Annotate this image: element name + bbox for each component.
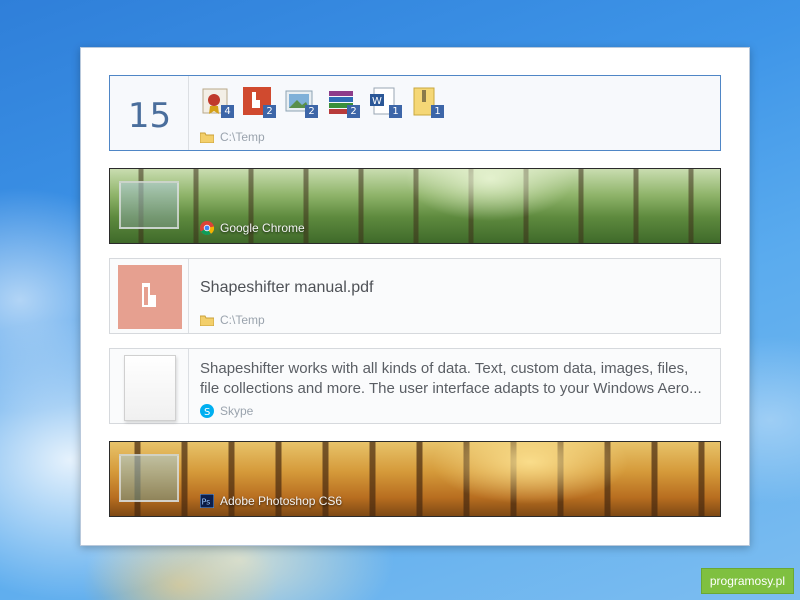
archive-file-icon: 2 bbox=[326, 86, 360, 118]
pdf-thumb-frame bbox=[110, 259, 189, 333]
word-file-icon: W 1 bbox=[368, 86, 402, 118]
image-file-icon: 2 bbox=[284, 86, 318, 118]
pdf-file-icon: 2 bbox=[242, 86, 276, 118]
svg-text:S: S bbox=[204, 407, 210, 418]
watermark-label: programosy.pl bbox=[700, 568, 794, 594]
pdf-file-card[interactable]: Shapeshifter manual.pdf C:\Temp bbox=[109, 258, 721, 334]
source-text: Google Chrome bbox=[220, 221, 305, 235]
source-text: C:\Temp bbox=[220, 130, 265, 144]
badge-pdf: 2 bbox=[263, 105, 276, 118]
zip-folder-icon: 1 bbox=[410, 86, 444, 118]
text-snippet: Shapeshifter works with all kinds of dat… bbox=[200, 359, 715, 399]
image-thumbnail bbox=[119, 181, 179, 229]
svg-text:W: W bbox=[372, 96, 382, 107]
badge-award: 4 bbox=[221, 105, 234, 118]
badge-archive: 2 bbox=[347, 105, 360, 118]
skype-icon: S bbox=[200, 404, 214, 418]
item-count-thumb: 15 bbox=[110, 76, 189, 150]
image-card-chrome[interactable]: Google Chrome bbox=[109, 168, 721, 244]
file-collection-card[interactable]: 15 4 2 2 2 W 1 1 C:\Temp bbox=[109, 75, 721, 151]
badge-word: 1 bbox=[389, 105, 402, 118]
text-line-1: Shapeshifter works with all kinds of dat… bbox=[200, 360, 689, 377]
image-card-photoshop[interactable]: Ps Adobe Photoshop CS6 bbox=[109, 441, 721, 517]
badge-image: 2 bbox=[305, 105, 318, 118]
svg-text:Ps: Ps bbox=[202, 498, 211, 507]
pdf-thumbnail bbox=[118, 265, 182, 329]
source-label: C:\Temp bbox=[200, 313, 265, 327]
badge-zip: 1 bbox=[431, 105, 444, 118]
image-thumbnail bbox=[119, 454, 179, 502]
source-label: C:\Temp bbox=[200, 130, 265, 144]
source-text: C:\Temp bbox=[220, 313, 265, 327]
pdf-logo-icon bbox=[142, 283, 156, 307]
folder-icon bbox=[200, 132, 214, 143]
source-label: Ps Adobe Photoshop CS6 bbox=[200, 494, 342, 508]
award-file-icon: 4 bbox=[200, 86, 234, 118]
text-card-skype[interactable]: Shapeshifter works with all kinds of dat… bbox=[109, 348, 721, 424]
source-text: Adobe Photoshop CS6 bbox=[220, 494, 343, 508]
source-text: Skype bbox=[220, 404, 254, 418]
clipboard-panel: 15 4 2 2 2 W 1 1 C:\Temp Google Chrome S… bbox=[80, 47, 750, 546]
source-label: S Skype bbox=[200, 404, 253, 418]
chrome-icon bbox=[200, 221, 214, 235]
photoshop-icon: Ps bbox=[200, 494, 214, 508]
note-icon bbox=[124, 355, 176, 421]
text-line-2: file collections and more. The user inte… bbox=[200, 380, 702, 397]
item-count: 15 bbox=[127, 96, 172, 136]
source-label: Google Chrome bbox=[200, 221, 305, 235]
text-thumb-frame bbox=[110, 349, 189, 423]
folder-icon bbox=[200, 315, 214, 326]
file-title: Shapeshifter manual.pdf bbox=[200, 279, 374, 296]
